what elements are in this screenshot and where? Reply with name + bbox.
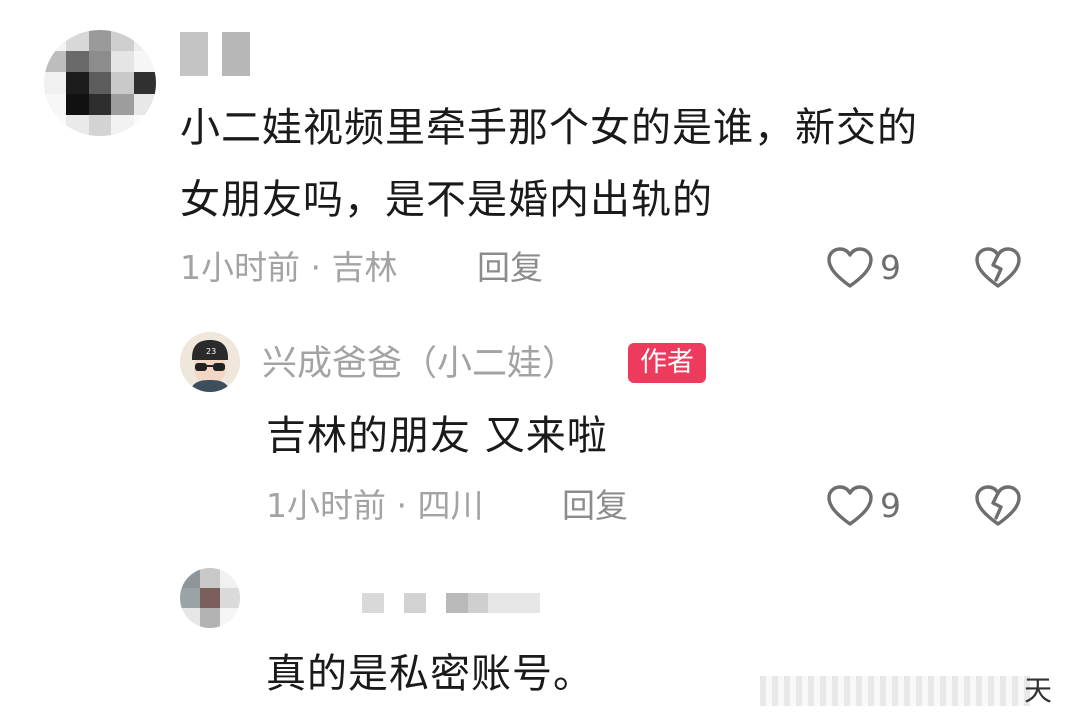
reply-meta: 1小时前 · 四川 xyxy=(266,486,484,525)
like-button[interactable]: 9 xyxy=(826,246,901,290)
comment-thread: 小二娃视频里牵手那个女的是谁，新交的 女朋友吗，是不是婚内出轨的 1小时前 · … xyxy=(0,0,1069,723)
heart-outline-icon xyxy=(826,484,874,528)
broken-heart-icon[interactable] xyxy=(974,246,1022,290)
commenter-username-redacted[interactable] xyxy=(362,593,540,613)
watermark xyxy=(760,676,1030,706)
child-photo-icon: 23 xyxy=(180,332,240,392)
watermark-char: 天 xyxy=(1024,674,1053,707)
broken-heart-icon[interactable] xyxy=(974,484,1022,528)
author-username[interactable]: 兴成爸爸（小二娃） xyxy=(262,342,577,386)
commenter-avatar[interactable] xyxy=(44,30,156,136)
reply-button[interactable]: 回复 xyxy=(477,248,543,288)
reply-text: 吉林的朋友 又来啦 xyxy=(266,413,608,459)
reply-like-button[interactable]: 9 xyxy=(826,484,901,528)
author-badge: 作者 xyxy=(628,343,706,383)
heart-outline-icon xyxy=(826,246,874,290)
commenter-username-redacted[interactable] xyxy=(180,32,250,76)
comment-meta: 1小时前 · 吉林 xyxy=(180,248,398,287)
comment-text-line-1: 小二娃视频里牵手那个女的是谁，新交的 xyxy=(180,105,918,151)
commenter-avatar[interactable] xyxy=(180,568,240,628)
reply-reply-button[interactable]: 回复 xyxy=(562,486,628,526)
like-count: 9 xyxy=(880,248,901,287)
svg-text:23: 23 xyxy=(206,347,216,356)
comment-text: 真的是私密账号。 xyxy=(266,651,594,697)
reply-like-count: 9 xyxy=(880,486,901,525)
author-avatar[interactable]: 23 xyxy=(180,332,240,392)
comment-text-line-2: 女朋友吗，是不是婚内出轨的 xyxy=(180,177,713,223)
